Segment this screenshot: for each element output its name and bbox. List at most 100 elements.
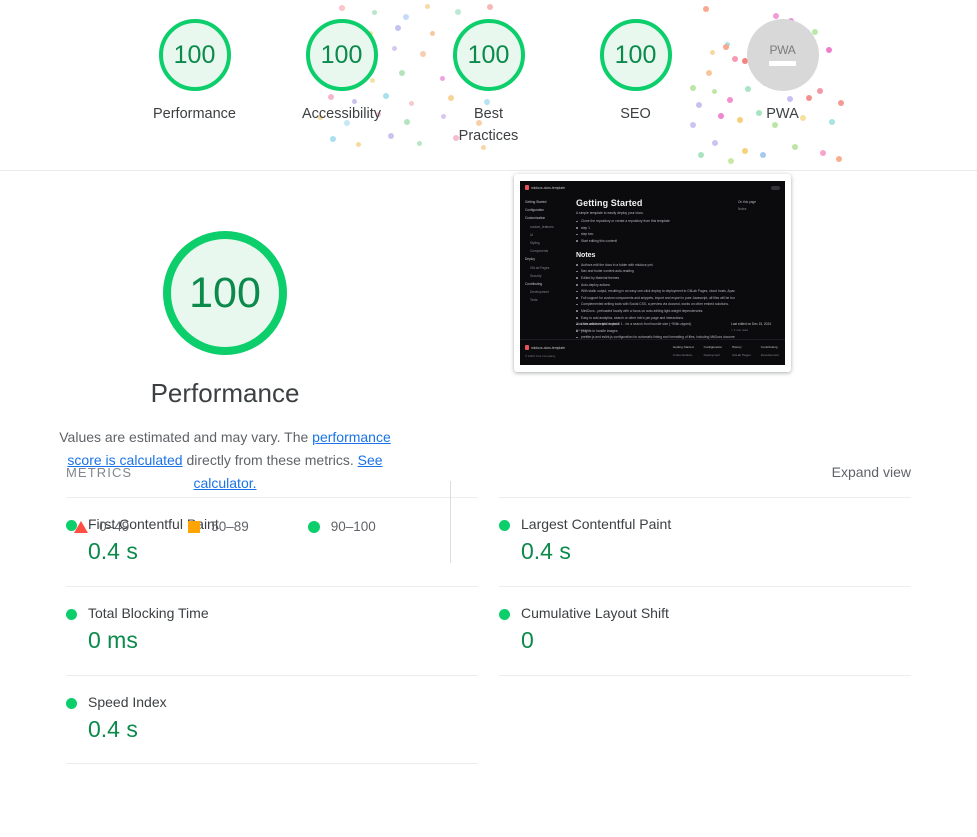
metric-item[interactable]: Speed Index 0.4 s	[66, 674, 478, 764]
preview-step-item: Clone the repository or create a reposit…	[576, 219, 735, 223]
metric-item[interactable]: Cumulative Layout Shift 0	[499, 585, 911, 675]
preview-table-of-contents: On this page Notes	[738, 200, 780, 211]
preview-footnote-right-sub: < 1 min read	[731, 328, 748, 332]
preview-sidebar-item: Configuration	[525, 208, 544, 213]
pwa-badge-label: PWA	[769, 43, 796, 57]
gauge-item-performance[interactable]: 100 Performance	[141, 19, 249, 147]
description-text-part1: Values are estimated and may vary. The	[59, 429, 313, 446]
preview-theme-toggle-icon	[771, 185, 780, 190]
preview-note-item: Authors edit the docs in a folder with m…	[576, 263, 735, 267]
preview-footer-column: Configuration Deployment	[704, 345, 722, 365]
legend-label-pass: 90–100	[330, 519, 376, 535]
preview-sidebar-item: UI	[530, 232, 534, 237]
metric-item[interactable]: Total Blocking Time 0 ms	[66, 585, 478, 675]
score-gauge: 100	[158, 19, 231, 91]
preview-brand-text: mkdocs-docs-template	[531, 185, 566, 190]
preview-toc-heading: On this page	[738, 200, 757, 204]
score-gauge: 100	[452, 19, 525, 91]
preview-footer-brand: mkdocs-docs-template	[525, 345, 565, 350]
metric-name: Speed Index	[88, 693, 167, 710]
preview-steps-list: Clone the repository or create a reposit…	[576, 219, 735, 243]
preview-step-item: step two	[576, 232, 735, 236]
preview-brand: mkdocs-docs-template	[525, 185, 565, 190]
preview-sidebar: Getting Started Configuration Customizatio…	[525, 200, 569, 306]
category-gauges-row: 100 Performance 100 Accessibility 100 Best Pr…	[0, 0, 977, 147]
metric-name: Largest Contentful Paint	[521, 516, 672, 532]
preview-note-item: Edited by Material themes	[576, 276, 735, 280]
score-legend: 0–49 50–89 90–100	[74, 519, 376, 534]
preview-note-item: Nav and footer content auto-reading	[576, 269, 735, 273]
confetti-dot	[698, 152, 704, 158]
metric-value: 0.4 s	[88, 715, 138, 742]
description-text-part2: directly from these metrics.	[182, 452, 358, 469]
legend-label-fail: 0–49	[99, 519, 130, 535]
preview-sidebar-item: Deploy	[525, 257, 535, 262]
legend-item-pass: 90–100	[307, 519, 376, 535]
performance-score-gauge: 100	[163, 231, 287, 355]
pwa-dash-icon	[769, 61, 796, 66]
metrics-grid: First Contentful Paint 0.4 s Total Blockin…	[66, 497, 911, 765]
metric-divider	[66, 763, 478, 765]
preview-sidebar-item: Components	[530, 249, 549, 254]
performance-score-value: 100	[189, 268, 261, 317]
pwa-badge-icon: PWA	[746, 19, 819, 91]
preview-note-item: Easy to add analytics, search or other i…	[576, 316, 735, 320]
metric-value: 0.4 s	[521, 538, 571, 565]
performance-category-section: 100 Performance Values are estimated and…	[0, 171, 977, 765]
metric-value: 0	[521, 626, 534, 653]
confetti-dot	[760, 152, 766, 158]
category-description: Values are estimated and may vary. The p…	[50, 426, 400, 495]
preview-sidebar-item: Tests	[530, 298, 538, 303]
preview-footer-column: Contributing Development	[761, 345, 779, 365]
preview-sidebar-item: GitLab Pages	[530, 265, 550, 270]
legend-item-average: 50–89	[188, 519, 249, 534]
preview-note-item: Auto-deploy actions	[576, 283, 735, 287]
metrics-column-right: Largest Contentful Paint 0.4 s Cumulative …	[499, 497, 911, 764]
metric-value: 0.4 s	[88, 538, 138, 565]
preview-footnote-left: Was this article helpful to you? Contact…	[576, 322, 619, 332]
gauge-item-pwa[interactable]: PWA PWA	[729, 19, 837, 147]
preview-note-item: Full support for custom components and s…	[576, 296, 735, 300]
category-summary: 100 Performance Values are estimated and…	[0, 171, 450, 534]
gauge-item-accessibility[interactable]: 100 Accessibility	[288, 19, 396, 147]
page-screenshot-thumbnail[interactable]: mkdocs-docs-template Getting Started Conf…	[514, 174, 791, 372]
preview-subheading: A simple template to easily deploy your …	[576, 211, 644, 215]
confetti-dot	[820, 150, 826, 156]
square-icon	[188, 520, 201, 533]
vertical-divider	[450, 481, 451, 563]
gauge-item-seo[interactable]: 100 SEO	[582, 19, 690, 147]
metric-body: Largest Contentful Paint 0.4 s	[521, 515, 671, 566]
metric-item[interactable]: Largest Contentful Paint 0.4 s	[499, 497, 911, 586]
confetti-dot	[728, 158, 734, 164]
preview-sidebar-item: Security	[530, 273, 542, 278]
screenshot-preview: mkdocs-docs-template Getting Started Conf…	[520, 181, 785, 365]
metric-body: Cumulative Layout Shift 0	[521, 604, 669, 655]
preview-footer-column-link: Deployment	[703, 352, 721, 357]
preview-notes-heading: Notes	[576, 251, 596, 259]
score-value: 100	[614, 40, 657, 69]
gauge-label: Performance	[152, 106, 236, 122]
preview-toc-item: Notes	[738, 207, 747, 211]
preview-footnote-left-sub: Contact us	[576, 328, 591, 332]
preview-heading: Getting Started	[576, 198, 643, 208]
preview-footer-column-head: History	[732, 345, 742, 349]
preview-footer-column-head: Contributing	[760, 345, 778, 349]
metric-body: Total Blocking Time 0 ms	[88, 604, 209, 655]
preview-footer: mkdocs-docs-template © 2024 Your Company…	[520, 339, 785, 365]
score-gauge: 100	[305, 19, 378, 91]
circle-icon	[307, 520, 320, 533]
expand-view-toggle[interactable]: Expand view	[832, 464, 911, 480]
scores-summary-strip: 100 Performance 100 Accessibility 100 Best Pr…	[0, 0, 977, 171]
preview-footer-brand-text: mkdocs-docs-template	[531, 345, 566, 350]
preview-note-item: With static output, resulting in an easy…	[576, 289, 735, 293]
metrics-column-left: First Contentful Paint 0.4 s Total Blockin…	[66, 497, 478, 765]
gauge-item-best-practices[interactable]: 100 Best Practices	[435, 19, 543, 147]
score-gauge: 100	[599, 19, 672, 91]
preview-footer-column: Getting Started Customization	[673, 345, 694, 365]
preview-step-item: step 1	[576, 226, 735, 230]
metric-status-circle-icon	[499, 520, 510, 531]
preview-footnotes: Was this article helpful to you? Contact…	[576, 322, 771, 332]
metric-value: 0 ms	[88, 626, 138, 653]
preview-sidebar-item: Development	[530, 290, 549, 295]
preview-sidebar-item: Getting Started	[525, 200, 547, 204]
